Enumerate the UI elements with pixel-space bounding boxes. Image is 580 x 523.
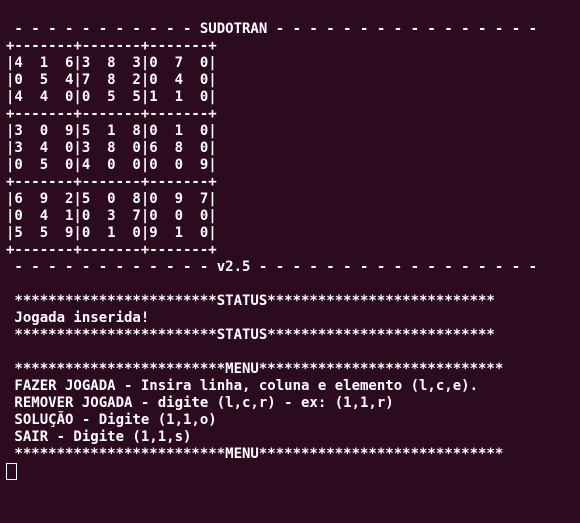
board-row: |4 4 0|0 5 5|1 1 0| bbox=[6, 89, 217, 105]
status-bar: ************************STATUS**********… bbox=[6, 293, 495, 309]
board-row: |6 9 2|5 0 8|0 9 7| bbox=[6, 191, 217, 207]
board-row: |0 5 0|4 0 0|0 0 9| bbox=[6, 157, 217, 173]
board-row: |3 0 9|5 1 8|0 1 0| bbox=[6, 123, 217, 139]
board-row: |3 4 0|3 8 0|6 8 0| bbox=[6, 140, 217, 156]
status-message: Jogada inserida! bbox=[6, 310, 149, 326]
board-row: |4 1 6|3 8 3|0 7 0| bbox=[6, 55, 217, 71]
board-divider: +-------+-------+-------+ bbox=[6, 38, 217, 54]
menu-item-solution: SOLUÇÃO - Digite (1,1,o) bbox=[6, 412, 217, 428]
menu-item-remove: REMOVER JOGADA - digite (l,c,r) - ex: (1… bbox=[6, 395, 394, 411]
board-divider: +-------+-------+-------+ bbox=[6, 106, 217, 122]
board-row: |0 5 4|7 8 2|0 4 0| bbox=[6, 72, 217, 88]
menu-item-exit: SAIR - Digite (1,1,s) bbox=[6, 429, 191, 445]
board-divider: +-------+-------+-------+ bbox=[6, 242, 217, 258]
menu-item-play: FAZER JOGADA - Insira linha, coluna e el… bbox=[6, 378, 478, 394]
menu-bar: *************************MENU***********… bbox=[6, 361, 503, 377]
terminal-output: - - - - - - - - - - - SUDOTRAN - - - - -… bbox=[0, 0, 580, 484]
text-cursor[interactable] bbox=[6, 463, 17, 480]
board-divider: +-------+-------+-------+ bbox=[6, 174, 217, 190]
menu-bar: *************************MENU***********… bbox=[6, 446, 503, 462]
status-bar: ************************STATUS**********… bbox=[6, 327, 495, 343]
title-line: - - - - - - - - - - - SUDOTRAN - - - - -… bbox=[6, 21, 537, 37]
board-row: |0 4 1|0 3 7|0 0 0| bbox=[6, 208, 217, 224]
version-line: - - - - - - - - - - - - v2.5 - - - - - -… bbox=[6, 259, 537, 275]
board-row: |5 5 9|0 1 0|9 1 0| bbox=[6, 225, 217, 241]
